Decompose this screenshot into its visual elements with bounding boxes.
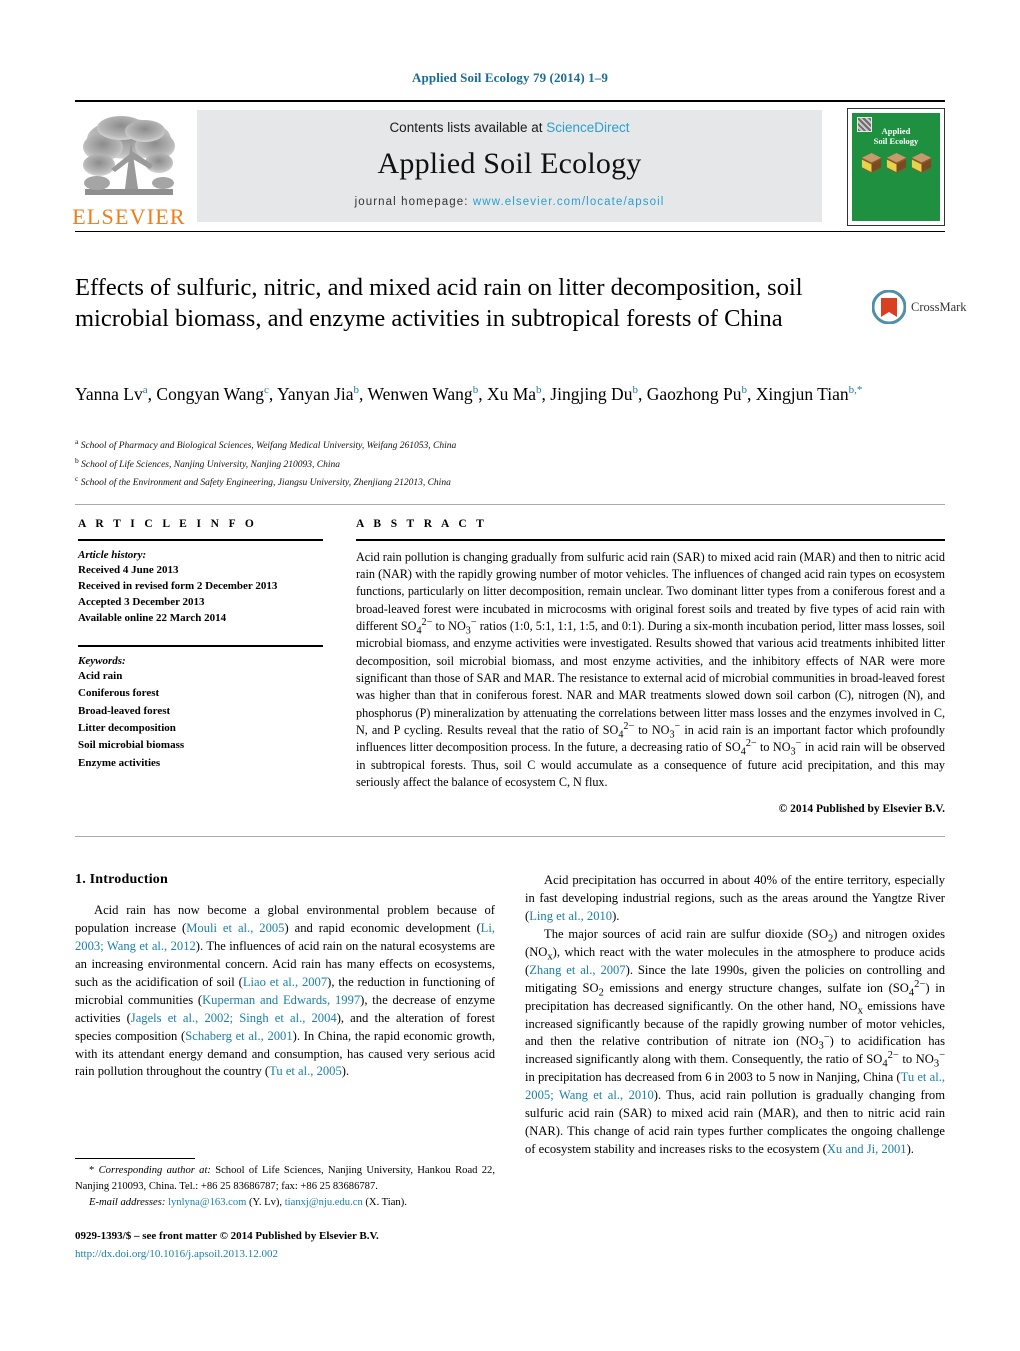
homepage-url-link[interactable]: www.elsevier.com/locate/apsoil [473,196,665,208]
article-info-rule [78,539,323,541]
keywords-lines: Acid rain Coniferous forest Broad-leaved f… [78,668,323,772]
affiliation-list: a School of Pharmacy and Biological Scie… [75,436,865,492]
article-history-label: Article history: [78,548,147,561]
body-paragraph: The major sources of acid rain are sulfu… [525,926,946,1157]
body-column-right: Acid precipitation has occurred in about… [525,872,945,1159]
masthead-top-rule [75,100,945,102]
info-block-bottom-rule [75,836,945,837]
imprint-block: 0929-1393/$ – see front matter © 2014 Pu… [75,1228,505,1263]
article-history-item: Accepted 3 December 2013 [78,595,205,608]
running-head: Applied Soil Ecology 79 (2014) 1–9 [412,70,608,85]
abstract-text: Acid rain pollution is changing graduall… [356,549,946,789]
crossmark-label: CrossMark [911,299,967,314]
doi-link[interactable]: http://dx.doi.org/10.1016/j.apsoil.2013.… [75,1246,505,1264]
keywords-label: Keywords: [78,654,126,667]
article-history-item: Received 4 June 2013 [78,563,179,576]
journal-homepage-line: journal homepage: www.elsevier.com/locat… [355,196,665,208]
elsevier-wordmark: ELSEVIER [72,204,186,229]
masthead-bottom-rule [75,231,945,232]
soil-profile-icon [886,152,906,173]
footnote-rule [75,1158,195,1159]
journal-article-page: Applied Soil Ecology 79 (2014) 1–9 ELSEV… [0,0,1020,1351]
corresponding-author-footnote: * Corresponding author at: School of Lif… [75,1163,495,1211]
affiliation-item: a School of Pharmacy and Biological Scie… [75,437,457,452]
page-title: Effects of sulfuric, nitric, and mixed a… [75,274,803,333]
soil-profile-icon [861,152,881,173]
cover-title-line-2: Soil Ecology [873,135,919,146]
journal-cover-art: Applied Soil Ecology [852,113,940,221]
intro-left-paragraphs: Acid rain has now become a global enviro… [75,902,495,1081]
abstract-heading: A B S T R A C T [356,518,488,530]
abstract-column: A B S T R A C T Acid rain pollution is c… [356,518,945,815]
crossmark-icon [872,290,906,324]
masthead-banner: Contents lists available at ScienceDirec… [197,110,822,222]
keyword-item: Soil microbial biomass [78,739,185,752]
journal-masthead: ELSEVIER Contents lists available at Sci… [72,100,945,232]
issn-front-matter: 0929-1393/$ – see front matter © 2014 Pu… [75,1230,379,1242]
abstract-copyright: © 2014 Published by Elsevier B.V. [778,803,945,816]
info-block-top-rule [75,504,945,505]
contents-prefix: Contents lists available at [389,120,547,135]
cover-corner-icon [857,117,872,132]
article-history-item: Received in revised form 2 December 2013 [78,579,278,592]
journal-cover-thumbnail[interactable]: Applied Soil Ecology [847,108,945,226]
journal-title: Applied Soil Ecology [377,147,642,180]
keyword-item: Enzyme activities [78,756,161,769]
section-heading-introduction: 1. Introduction [75,872,168,887]
keyword-item: Litter decomposition [78,721,176,734]
affiliation-item: c School of the Environment and Safety E… [75,474,451,489]
email-addresses-line[interactable]: E-mail addresses: lynlyna@163.com (Y. Lv… [75,1195,495,1211]
keyword-item: Broad-leaved forest [78,704,171,717]
body-paragraph: Acid precipitation has occurred in about… [525,873,945,923]
keyword-item: Acid rain [78,669,123,682]
corresponding-author-line: * Corresponding author at: School of Lif… [75,1165,495,1192]
abstract-rule [356,539,945,541]
cover-title-text: Applied Soil Ecology [873,126,919,147]
homepage-prefix: journal homepage: [354,196,473,208]
affiliation-item: b School of Life Sciences, Nanjing Unive… [75,455,340,470]
author-list: Yanna Lva, Congyan Wangc, Yanyan Jiab, W… [75,384,863,404]
keyword-item: Coniferous forest [78,687,160,700]
sciencedirect-link[interactable]: ScienceDirect [546,120,629,135]
intro-right-paragraphs: Acid precipitation has occurred in about… [525,872,945,1159]
cover-soil-blocks [860,152,933,174]
keywords-rule [78,645,323,647]
article-info-column: A R T I C L E I N F O Article history: R… [78,518,323,772]
soil-profile-icon [911,152,931,173]
elsevier-tree-icon [83,116,175,195]
elsevier-logo[interactable]: ELSEVIER [72,108,186,229]
contents-list-line: Contents lists available at ScienceDirec… [389,120,629,135]
article-info-heading: A R T I C L E I N F O [78,518,258,530]
article-history-lines: Received 4 June 2013 Received in revised … [78,562,323,627]
article-history-item: Available online 22 March 2014 [78,612,227,625]
crossmark-badge[interactable]: CrossMark [872,286,970,328]
body-column-left: 1. Introduction Acid rain has now become… [75,872,495,1081]
body-paragraph: Acid rain has now become a global enviro… [75,903,496,1079]
title-block: Effects of sulfuric, nitric, and mixed a… [75,272,865,335]
